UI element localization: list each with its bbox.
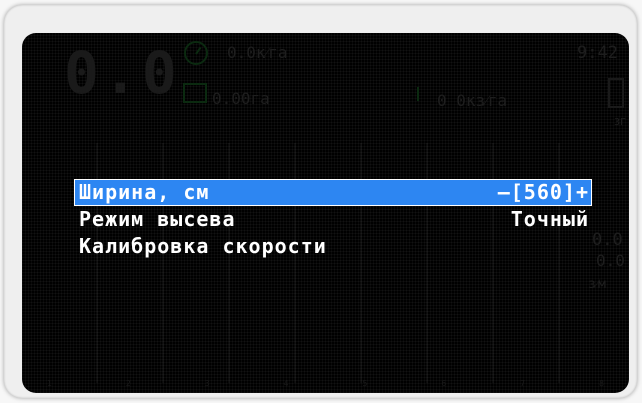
speedometer-icon	[184, 41, 208, 65]
menu-item-speed-calibration[interactable]: Калибровка скорости	[74, 233, 592, 260]
row-tick: 6	[441, 379, 447, 388]
terminal-screen: 0.0 0.0к⁄га 0.00га 0 0кз⁄га 9:42 ЗГ 0.0 …	[22, 33, 629, 393]
row-tick: 7	[520, 379, 526, 388]
menu-item-seeding-mode[interactable]: Режим высева Точный	[74, 206, 592, 233]
row-tick: 8	[599, 379, 604, 388]
settings-menu: Ширина, см –[560]+ Режим высева Точный К…	[74, 179, 592, 260]
seeder-icon	[183, 83, 207, 103]
side-value-2: 0.0	[596, 251, 625, 270]
row-tick: 3	[204, 379, 210, 388]
plant-rate-readout: 0 0кз⁄га	[437, 91, 508, 110]
menu-item-label: Режим высева	[79, 207, 236, 231]
seeding-mode-value[interactable]: Точный	[511, 207, 589, 232]
menu-item-label: Калибровка скорости	[79, 234, 327, 258]
row-ticks: 1 2 3 4 5 6 7 8	[47, 379, 604, 389]
seed-area-readout: 0.00га	[212, 89, 270, 108]
area-rate-readout: 0.0к⁄га	[227, 43, 288, 62]
main-value-readout: 0.0	[64, 39, 181, 107]
row-tick: 4	[283, 379, 289, 388]
mini-label: ЗГ	[614, 117, 627, 128]
menu-item-width[interactable]: Ширина, см –[560]+	[74, 179, 592, 206]
row-tick: 5	[362, 379, 368, 388]
plant-icon	[417, 87, 427, 101]
side-value-1: 0.0	[592, 230, 623, 250]
width-stepper[interactable]: –[560]+	[498, 180, 589, 205]
row-tick: 1	[47, 379, 52, 388]
menu-item-label: Ширина, см	[79, 180, 210, 204]
side-unit: з⁄м	[588, 277, 606, 292]
battery-icon	[608, 78, 624, 108]
clock-readout: 9:42	[577, 43, 618, 63]
row-tick: 2	[125, 379, 131, 388]
device-bezel: 0.0 0.0к⁄га 0.00га 0 0кз⁄га 9:42 ЗГ 0.0 …	[4, 5, 637, 398]
